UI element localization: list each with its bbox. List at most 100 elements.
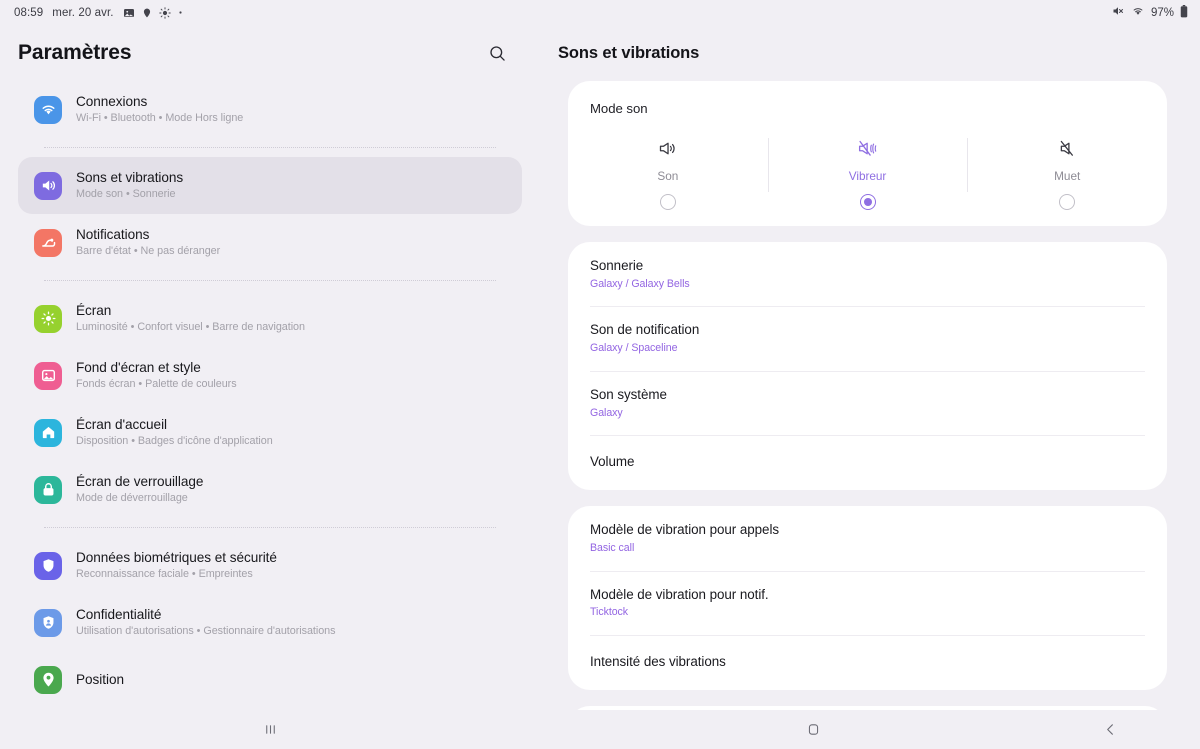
navbar-left-section bbox=[0, 710, 540, 749]
detail-pane: Sons et vibrations Mode son Son Vibreur Mu… bbox=[540, 25, 1200, 710]
sound-mode-option-label: Muet bbox=[1054, 169, 1081, 183]
sidebar-item-notifications[interactable]: Notifications Barre d'état • Ne pas déran… bbox=[18, 214, 522, 271]
sound-mode-radio-son[interactable] bbox=[659, 194, 676, 210]
detail-header: Sons et vibrations bbox=[540, 25, 1200, 81]
page-title: Paramètres bbox=[18, 41, 132, 64]
sidebar-item-label: Notifications bbox=[76, 227, 150, 243]
pref-modele-vibration-appels[interactable]: Modèle de vibration pour appels Basic cal… bbox=[568, 506, 1167, 570]
search-button[interactable] bbox=[480, 36, 514, 70]
sidebar-item-ecran-d-accueil[interactable]: Écran d'accueil Disposition • Badges d'ic… bbox=[18, 404, 522, 461]
radio-dot bbox=[1063, 198, 1071, 206]
sidebar-item-label: Confidentialité bbox=[76, 607, 162, 623]
pref-title: Son système bbox=[590, 386, 667, 402]
pref-title: Modèle de vibration pour appels bbox=[590, 522, 780, 538]
sidebar-item-text: Données biométriques et sécurité Reconnai… bbox=[76, 550, 277, 581]
screenshot-icon bbox=[123, 7, 135, 19]
sidebar-separator bbox=[44, 280, 496, 281]
status-bar-right: 97% bbox=[1111, 4, 1188, 21]
sidebar-item-text: Position bbox=[76, 672, 124, 688]
home-icon bbox=[34, 418, 62, 447]
sidebar-separator bbox=[44, 527, 496, 528]
sound-mode-options: Son Vibreur Muet bbox=[568, 136, 1167, 210]
sidebar-item-subtitle: Disposition • Badges d'icône d'applicati… bbox=[76, 434, 273, 447]
pref-modele-vibration-notif[interactable]: Modèle de vibration pour notif. Ticktock bbox=[568, 570, 1167, 635]
mute-icon bbox=[1111, 5, 1125, 20]
sidebar-item-text: Notifications Barre d'état • Ne pas déran… bbox=[76, 227, 220, 258]
pref-title: Son de notification bbox=[590, 322, 700, 338]
sound-mode-card: Mode son Son Vibreur Muet bbox=[568, 81, 1167, 226]
sound-mode-option-son[interactable]: Son bbox=[568, 136, 768, 210]
speaker-icon bbox=[34, 171, 62, 200]
sidebar-item-confidentialite[interactable]: Confidentialité Utilisation d'autorisatio… bbox=[18, 594, 522, 651]
sidebar-item-sons-et-vibrations[interactable]: Sons et vibrations Mode son • Sonnerie bbox=[18, 157, 522, 214]
home-button[interactable] bbox=[790, 713, 838, 747]
sidebar-items-list: Connexions Wi-Fi • Bluetooth • Mode Hors … bbox=[0, 81, 540, 708]
vibrate-icon bbox=[857, 136, 878, 160]
sidebar-item-label: Fond d'écran et style bbox=[76, 360, 201, 376]
status-bar-left: 08:59 mer. 20 avr. bbox=[14, 7, 183, 19]
battery-icon bbox=[1180, 4, 1188, 21]
recents-icon bbox=[263, 722, 278, 737]
radio-dot bbox=[664, 198, 672, 206]
pref-title: Volume bbox=[590, 454, 635, 470]
status-date: mer. 20 avr. bbox=[52, 6, 114, 19]
sidebar-item-label: Sons et vibrations bbox=[76, 170, 184, 186]
sidebar-item-ecran-de-verrouillage[interactable]: Écran de verrouillage Mode de déverrouill… bbox=[18, 461, 522, 518]
sidebar-item-label: Écran de verrouillage bbox=[76, 474, 204, 490]
sidebar-item-subtitle: Wi-Fi • Bluetooth • Mode Hors ligne bbox=[76, 111, 244, 124]
sound-mode-radio-vibreur[interactable] bbox=[859, 194, 876, 210]
location-pin-icon bbox=[34, 665, 62, 694]
sidebar-item-position[interactable]: Position bbox=[18, 651, 522, 708]
sidebar-item-donnees-biometriques-et-securite[interactable]: Données biométriques et sécurité Reconnai… bbox=[18, 537, 522, 594]
search-icon bbox=[488, 44, 507, 63]
sidebar-item-label: Écran d'accueil bbox=[76, 417, 168, 433]
recents-button[interactable] bbox=[246, 713, 294, 747]
wifi-icon bbox=[34, 95, 62, 124]
dot-icon bbox=[178, 10, 183, 15]
sound-mode-radio-muet[interactable] bbox=[1059, 194, 1076, 210]
detail-cards: Mode son Son Vibreur Muet Sonnerie Galaxy /… bbox=[540, 81, 1200, 710]
radio-dot bbox=[863, 198, 872, 206]
sound-mode-option-label: Vibreur bbox=[848, 169, 887, 183]
sidebar-item-subtitle: Utilisation d'autorisations • Gestionnai… bbox=[76, 624, 336, 637]
back-button[interactable] bbox=[1086, 713, 1134, 747]
pref-son-systeme[interactable]: Son système Galaxy bbox=[568, 370, 1167, 435]
sidebar-item-ecran[interactable]: Écran Luminosité • Confort visuel • Barre… bbox=[18, 290, 522, 347]
sidebar-item-fond-ecran-et-style[interactable]: Fond d'écran et style Fonds écran • Palet… bbox=[18, 347, 522, 404]
sound-mode-option-muet[interactable]: Muet bbox=[967, 136, 1167, 210]
settings-sidebar: Paramètres Connexions Wi-Fi • Bluetooth •… bbox=[0, 25, 540, 710]
bell-notification-icon bbox=[34, 228, 62, 257]
sidebar-item-label: Données biométriques et sécurité bbox=[76, 550, 277, 566]
sound-mode-label: Mode son bbox=[590, 101, 648, 116]
sidebar-item-text: Écran de verrouillage Mode de déverrouill… bbox=[76, 474, 203, 505]
sidebar-item-subtitle: Mode de déverrouillage bbox=[76, 491, 188, 504]
pref-son-de-notification[interactable]: Son de notification Galaxy / Spaceline bbox=[568, 306, 1167, 370]
vibration-card: Modèle de vibration pour appels Basic cal… bbox=[568, 506, 1167, 690]
detail-title: Sons et vibrations bbox=[558, 43, 700, 62]
sidebar-item-text: Confidentialité Utilisation d'autorisatio… bbox=[76, 607, 336, 638]
pref-volume[interactable]: Volume bbox=[568, 435, 1167, 490]
pref-value: Galaxy / Galaxy Bells bbox=[590, 277, 690, 290]
location-icon bbox=[142, 7, 152, 19]
pref-sonnerie[interactable]: Sonnerie Galaxy / Galaxy Bells bbox=[568, 242, 1167, 306]
lock-icon bbox=[34, 475, 62, 504]
sound-mode-option-vibreur[interactable]: Vibreur bbox=[767, 136, 968, 210]
sound-mode-option-label: Son bbox=[657, 169, 679, 183]
image-icon bbox=[34, 361, 62, 390]
volume-mute-icon bbox=[1057, 136, 1078, 160]
sidebar-item-subtitle: Barre d'état • Ne pas déranger bbox=[76, 244, 221, 257]
pref-value: Basic call bbox=[590, 541, 635, 554]
sidebar-item-text: Connexions Wi-Fi • Bluetooth • Mode Hors … bbox=[76, 94, 243, 125]
sidebar-item-connexions[interactable]: Connexions Wi-Fi • Bluetooth • Mode Hors … bbox=[18, 81, 522, 138]
sidebar-separator bbox=[44, 147, 496, 148]
sidebar-item-text: Écran Luminosité • Confort visuel • Barre… bbox=[76, 303, 305, 334]
sidebar-item-subtitle: Reconnaissance faciale • Empreintes bbox=[76, 567, 253, 580]
sidebar-item-text: Fond d'écran et style Fonds écran • Palet… bbox=[76, 360, 237, 391]
volume-on-icon bbox=[657, 136, 678, 160]
sidebar-header: Paramètres bbox=[0, 25, 540, 81]
sidebar-item-subtitle: Luminosité • Confort visuel • Barre de n… bbox=[76, 320, 305, 333]
sidebar-item-subtitle: Fonds écran • Palette de couleurs bbox=[76, 377, 237, 390]
pref-intensite-des-vibrations[interactable]: Intensité des vibrations bbox=[568, 635, 1167, 690]
navbar-right-section bbox=[540, 710, 1200, 749]
status-bar: 08:59 mer. 20 avr. 97% bbox=[0, 0, 1200, 25]
